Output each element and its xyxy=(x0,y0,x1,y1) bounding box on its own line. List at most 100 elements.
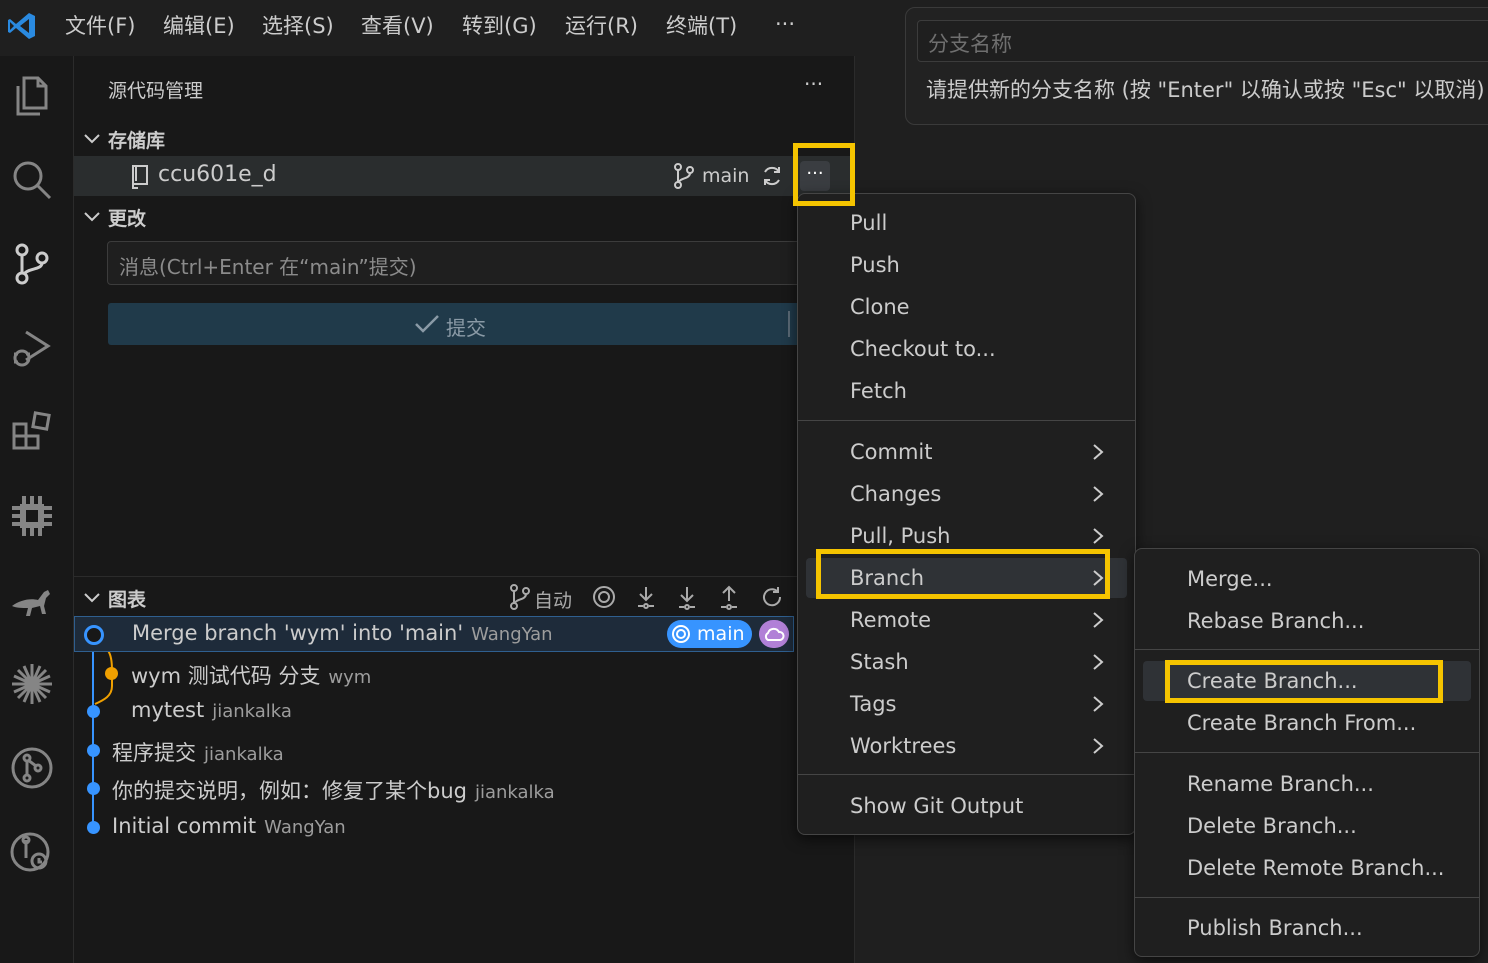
repository-row[interactable]: ccu601e_d main ··· xyxy=(74,156,854,196)
commit-message: wym 测试代码 分支 xyxy=(131,664,321,688)
chevron-right-icon xyxy=(1093,528,1104,544)
chevron-right-icon xyxy=(1093,612,1104,628)
graph-row[interactable]: Initial commit WangYan xyxy=(74,809,794,847)
menu-go[interactable]: 转到(G) xyxy=(462,12,537,40)
commit-message: 程序提交 xyxy=(112,741,196,765)
refresh-icon[interactable] xyxy=(760,585,784,609)
submenu-item-rename-branch[interactable]: Rename Branch... xyxy=(1135,764,1479,804)
chevron-right-icon xyxy=(1093,444,1104,460)
fetch-icon[interactable] xyxy=(634,585,658,611)
activity-bar xyxy=(0,56,74,963)
branch-name-input[interactable]: 分支名称 xyxy=(917,20,1488,62)
submenu-item-merge[interactable]: Merge... xyxy=(1135,559,1479,599)
commit-author: jiankalka xyxy=(212,701,292,722)
kangaroo-icon[interactable] xyxy=(8,576,56,624)
commit-message: Merge branch 'wym' into 'main' xyxy=(132,621,464,645)
menu-item-fetch[interactable]: Fetch xyxy=(798,371,1135,411)
submenu-item-publish-branch[interactable]: Publish Branch... xyxy=(1135,908,1479,948)
chevron-down-icon xyxy=(84,212,100,222)
submenu-item-delete-branch[interactable]: Delete Branch... xyxy=(1135,806,1479,846)
changes-section-header[interactable]: 更改 xyxy=(74,198,854,234)
repo-context-menu: Pull Push Clone Checkout to... Fetch Com… xyxy=(797,193,1136,835)
commit-message: Initial commit xyxy=(112,814,257,838)
menu-run[interactable]: 运行(R) xyxy=(565,12,638,40)
graph-auto-label[interactable]: 自动 xyxy=(534,586,572,613)
commit-node xyxy=(105,667,118,680)
submenu-item-create-branch-from[interactable]: Create Branch From... xyxy=(1135,703,1479,743)
menu-item-clone[interactable]: Clone xyxy=(798,287,1135,327)
menu-separator xyxy=(1135,649,1479,650)
menu-item-commit[interactable]: Commit xyxy=(798,432,1135,472)
commit-message-input[interactable]: 消息(Ctrl+Enter 在“main”提交) xyxy=(107,241,809,285)
menu-more[interactable]: ··· xyxy=(775,10,795,38)
branch-submenu: Merge... Rebase Branch... Create Branch.… xyxy=(1134,548,1480,957)
git-history-icon[interactable] xyxy=(8,828,56,876)
cloud-badge[interactable] xyxy=(759,620,789,648)
graph-row[interactable]: 你的提交说明，例如：修复了某个bug jiankalka xyxy=(74,770,794,808)
git-graph-icon[interactable] xyxy=(8,744,56,792)
pull-icon[interactable] xyxy=(675,585,699,611)
chip-icon[interactable] xyxy=(8,492,56,540)
chevron-right-icon xyxy=(1093,738,1104,754)
menu-item-stash[interactable]: Stash xyxy=(798,642,1135,682)
submenu-item-rebase-branch[interactable]: Rebase Branch... xyxy=(1135,601,1479,641)
panel-more-button[interactable]: ··· xyxy=(804,72,823,96)
menu-item-pull[interactable]: Pull xyxy=(798,203,1135,243)
commit-node xyxy=(87,705,100,718)
target-icon[interactable] xyxy=(592,585,616,609)
menu-item-worktrees[interactable]: Worktrees xyxy=(798,726,1135,766)
graph-section-header[interactable]: 图表 自动 xyxy=(74,579,854,615)
menu-selection[interactable]: 选择(S) xyxy=(262,12,334,40)
cloud-icon xyxy=(764,627,785,641)
section-divider xyxy=(74,576,854,577)
check-icon xyxy=(415,315,439,333)
repo-icon xyxy=(132,165,148,189)
menu-separator xyxy=(798,420,1135,421)
chevron-down-icon xyxy=(84,593,100,603)
vscode-logo-icon xyxy=(8,13,35,39)
commit-button[interactable]: 提交 xyxy=(108,303,806,345)
graph-row[interactable]: wym 测试代码 分支 wym xyxy=(74,655,794,693)
commit-button-divider xyxy=(788,311,790,337)
commit-node xyxy=(84,625,104,645)
run-debug-icon[interactable] xyxy=(8,324,56,372)
search-icon[interactable] xyxy=(8,156,56,204)
menu-edit[interactable]: 编辑(E) xyxy=(163,12,235,40)
extensions-icon[interactable] xyxy=(8,408,56,456)
commit-author: wym xyxy=(328,667,372,688)
menu-item-changes[interactable]: Changes xyxy=(798,474,1135,514)
commit-node xyxy=(87,821,100,834)
branch-filter-icon[interactable] xyxy=(508,583,532,611)
graph-row[interactable]: 程序提交 jiankalka xyxy=(74,732,794,770)
menu-item-remote[interactable]: Remote xyxy=(798,600,1135,640)
menu-file[interactable]: 文件(F) xyxy=(65,12,135,40)
menu-item-tags[interactable]: Tags xyxy=(798,684,1135,724)
sync-icon[interactable] xyxy=(760,164,784,188)
explorer-icon[interactable] xyxy=(8,72,56,120)
branch-badge-label: main xyxy=(697,623,745,645)
repo-branch-label[interactable]: main xyxy=(702,165,749,187)
commit-message-placeholder: 消息(Ctrl+Enter 在“main”提交) xyxy=(119,255,417,279)
repositories-section-header[interactable]: 存储库 xyxy=(74,120,854,156)
branch-badge[interactable]: main xyxy=(667,620,752,648)
menu-item-show-git-output[interactable]: Show Git Output xyxy=(798,786,1135,826)
highlight-branch xyxy=(816,549,1110,599)
chevron-right-icon xyxy=(1093,696,1104,712)
menu-item-push[interactable]: Push xyxy=(798,245,1135,285)
source-control-icon[interactable] xyxy=(8,240,56,288)
target-icon xyxy=(672,625,690,643)
commit-author: WangYan xyxy=(264,817,346,838)
push-icon[interactable] xyxy=(717,585,741,611)
commit-author: jiankalka xyxy=(474,782,555,803)
repo-name: ccu601e_d xyxy=(158,162,277,187)
menu-view[interactable]: 查看(V) xyxy=(361,12,434,40)
commit-message: 你的提交说明，例如：修复了某个bug xyxy=(112,779,467,803)
asterisk-icon[interactable] xyxy=(8,660,56,708)
graph-row-selected[interactable]: Merge branch 'wym' into 'main' WangYan ma… xyxy=(74,616,794,652)
submenu-item-delete-remote-branch[interactable]: Delete Remote Branch... xyxy=(1135,848,1479,888)
graph-row[interactable]: mytest jiankalka xyxy=(74,693,794,731)
menu-terminal[interactable]: 终端(T) xyxy=(666,12,737,40)
menu-item-checkout[interactable]: Checkout to... xyxy=(798,329,1135,369)
menu-separator xyxy=(798,774,1135,775)
commit-author: jiankalka xyxy=(204,744,284,765)
